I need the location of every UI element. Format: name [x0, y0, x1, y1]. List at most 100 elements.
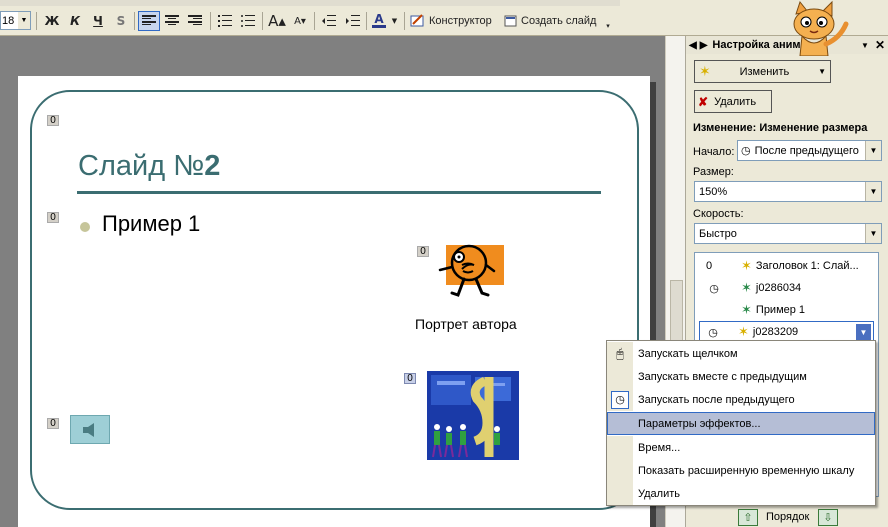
- slide-title-prefix: Слайд №: [78, 150, 205, 182]
- toolbar-separator: [262, 12, 263, 30]
- speed-select-value: Быстро: [699, 227, 737, 240]
- menu-item-start-on-click[interactable]: 🖰 Запускать щелчком: [607, 342, 875, 365]
- numbered-list-button[interactable]: [214, 11, 236, 31]
- menu-item-start-after-previous[interactable]: ◷ Запускать после предыдущего: [607, 388, 875, 411]
- slide-title[interactable]: Слайд №2: [78, 150, 220, 183]
- align-right-button[interactable]: [184, 11, 206, 31]
- decrease-font-button[interactable]: A▾: [290, 11, 310, 31]
- menu-item-start-with-previous[interactable]: Запускать вместе с предыдущим: [607, 365, 875, 388]
- animation-context-menu: 🖰 Запускать щелчком Запускать вместе с п…: [606, 340, 876, 506]
- formatting-toolbar: 18 ▼ Ж К Ч S A▴ A▾ A ▼ Конструктор Созда…: [0, 0, 888, 36]
- author-portrait-clipart[interactable]: [436, 243, 506, 305]
- speed-label: Скорость:: [693, 208, 744, 220]
- effect-heading: Изменение: Изменение размера: [693, 122, 868, 134]
- move-up-icon[interactable]: ⇧: [738, 509, 758, 526]
- star-effect-icon: ✶: [741, 280, 752, 295]
- office-assistant-cat[interactable]: [782, 0, 852, 56]
- start-label: Начало:: [693, 146, 735, 158]
- animation-tag: 0: [47, 115, 59, 126]
- animation-tag: 0: [417, 246, 429, 257]
- align-right-icon: [188, 15, 202, 25]
- new-slide-icon: [504, 15, 517, 27]
- increase-indent-button[interactable]: [342, 11, 364, 31]
- chevron-down-icon[interactable]: ▼: [856, 324, 871, 340]
- italic-button[interactable]: К: [65, 11, 85, 31]
- toolbar-separator: [314, 12, 315, 30]
- chevron-down-icon[interactable]: ▼: [390, 11, 399, 31]
- animation-index: 0: [705, 260, 713, 272]
- start-select[interactable]: ◷ После предыдущего ▼: [737, 140, 882, 161]
- size-select[interactable]: 150% ▼: [694, 181, 882, 202]
- constructor-button[interactable]: Конструктор: [410, 11, 500, 31]
- align-left-icon: [142, 15, 156, 25]
- move-down-icon[interactable]: ⇩: [818, 509, 838, 526]
- menu-item-timing[interactable]: Время...: [607, 436, 875, 459]
- font-size-combo[interactable]: 18 ▼: [0, 11, 31, 30]
- underline-button[interactable]: Ч: [88, 11, 108, 31]
- align-left-button[interactable]: [138, 11, 160, 31]
- menu-item-show-advanced-timeline[interactable]: Показать расширенную временную шкалу: [607, 459, 875, 482]
- close-icon[interactable]: ✕: [875, 38, 885, 52]
- delete-button-label: Удалить: [714, 95, 757, 108]
- clock-icon: ◷: [709, 282, 719, 295]
- increase-font-button[interactable]: A▴: [266, 11, 288, 31]
- menu-item-label: Удалить: [638, 487, 680, 500]
- constructor-label: Конструктор: [429, 15, 492, 27]
- animation-list-item[interactable]: 0 ✶ Заголовок 1: Слай...: [695, 255, 878, 277]
- animation-name: j0286034: [755, 282, 802, 294]
- increase-indent-icon: [346, 15, 360, 26]
- change-button-label: Изменить: [739, 65, 790, 78]
- create-slide-button[interactable]: Создать слайд: [504, 11, 604, 31]
- bulleted-list-button[interactable]: [237, 11, 259, 31]
- business-clipart[interactable]: [427, 371, 519, 460]
- decrease-indent-icon: [322, 15, 336, 26]
- change-button[interactable]: ✶ Изменить ▼: [694, 60, 831, 83]
- animation-list-item[interactable]: ◷ ✶ j0286034: [695, 277, 878, 299]
- menu-item-remove[interactable]: Удалить: [607, 482, 875, 505]
- speaker-icon: [83, 422, 94, 437]
- start-select-value: После предыдущего: [754, 144, 859, 157]
- order-label: Порядок: [766, 511, 810, 523]
- mouse-icon: 🖰: [616, 345, 624, 361]
- chevron-down-icon[interactable]: ▼: [18, 12, 30, 29]
- menu-item-label: Время...: [638, 441, 681, 454]
- shadow-button[interactable]: S: [111, 11, 131, 31]
- chevron-down-icon: ▼: [865, 141, 881, 160]
- pane-menu-chevron-icon[interactable]: ▼: [861, 41, 869, 50]
- slide-title-number: 2: [204, 150, 221, 182]
- bold-button[interactable]: Ж: [42, 11, 62, 31]
- font-color-letter: A: [374, 11, 384, 26]
- font-color-button[interactable]: A: [370, 10, 388, 30]
- speed-select[interactable]: Быстро ▼: [694, 223, 882, 244]
- size-select-value: 150%: [699, 185, 728, 198]
- clock-icon: ◷: [741, 145, 751, 157]
- menu-item-label: Параметры эффектов...: [638, 417, 761, 430]
- animation-tag: 0: [47, 418, 59, 429]
- star-effect-icon: ✶: [738, 324, 749, 339]
- toolbar-separator: [134, 12, 135, 30]
- size-label: Размер:: [693, 166, 734, 178]
- toolbar-options-icon[interactable]: ▾: [604, 16, 612, 36]
- back-arrow-icon[interactable]: ◀: [689, 40, 697, 51]
- align-center-button[interactable]: [161, 11, 183, 31]
- menu-item-effect-options[interactable]: Параметры эффектов...: [607, 412, 875, 435]
- bullet-text[interactable]: Пример 1: [102, 211, 200, 237]
- toolbar-separator: [404, 12, 405, 30]
- create-slide-label: Создать слайд: [521, 15, 597, 27]
- animation-name: j0283209: [752, 326, 799, 338]
- chevron-down-icon: ▼: [865, 182, 881, 201]
- menu-item-label: Запускать после предыдущего: [638, 393, 795, 406]
- chevron-down-icon: ▼: [865, 224, 881, 243]
- decrease-indent-button[interactable]: [318, 11, 340, 31]
- animation-tag: 0: [47, 212, 59, 223]
- forward-arrow-icon[interactable]: ▶: [700, 40, 708, 51]
- sound-object[interactable]: [70, 415, 110, 444]
- clock-icon: ◷: [611, 390, 629, 409]
- delete-button[interactable]: ✘ Удалить: [694, 90, 772, 113]
- menu-item-label: Запускать вместе с предыдущим: [638, 370, 807, 383]
- star-effect-icon: ✶: [699, 63, 711, 79]
- toolbar-separator: [210, 12, 211, 30]
- bulleted-list-icon: [241, 15, 255, 27]
- font-color-swatch: [372, 24, 386, 28]
- animation-list-item[interactable]: ✶ Пример 1: [695, 299, 878, 321]
